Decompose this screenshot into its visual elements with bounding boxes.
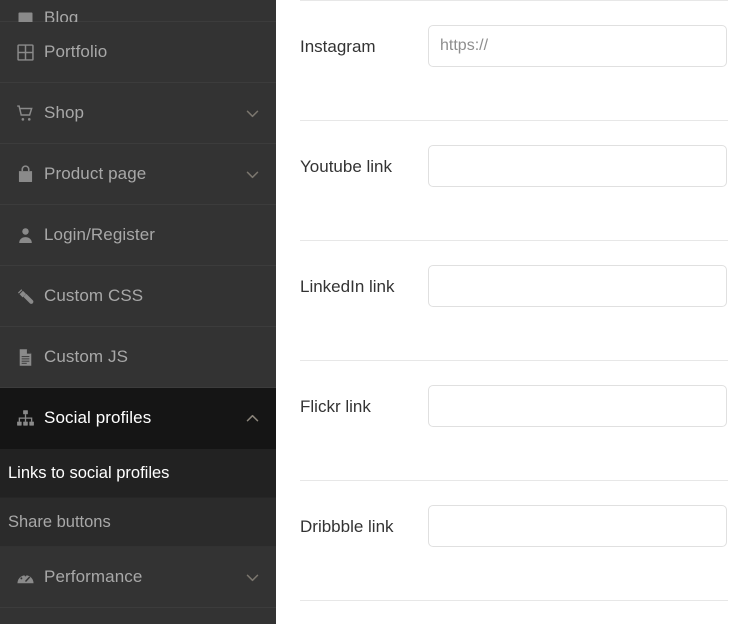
field-label: Instagram xyxy=(300,37,376,56)
sidebar-item-label: Custom JS xyxy=(44,347,129,366)
sidebar-item-performance[interactable]: Performance xyxy=(0,547,276,608)
sidebar-item-custom-js[interactable]: Custom JS xyxy=(0,327,276,388)
chevron-down-icon[interactable] xyxy=(242,567,262,587)
field-label: Dribbble link xyxy=(300,517,394,536)
gauge-icon xyxy=(0,567,44,588)
youtube-link-input[interactable] xyxy=(428,145,727,187)
chevron-down-icon[interactable] xyxy=(242,103,262,123)
sidebar-item-label: Custom CSS xyxy=(44,286,144,305)
flickr-link-input[interactable] xyxy=(428,385,727,427)
sidebar-subitem-share-buttons[interactable]: Share buttons xyxy=(0,498,276,547)
social-links-form: Instagram Youtube link LinkedIn link Flickr… xyxy=(300,0,728,601)
sidebar-navigation: Blog Portfolio Shop Product page Login/Regis… xyxy=(0,0,276,624)
grid-icon xyxy=(0,42,44,63)
document-icon xyxy=(0,347,44,368)
field-label: LinkedIn link xyxy=(300,277,395,296)
sidebar-item-label: Login/Register xyxy=(44,225,156,244)
sidebar-item-label: Shop xyxy=(44,103,85,122)
sidebar-item-label: Product page xyxy=(44,164,147,183)
sidebar-item-label: Performance xyxy=(44,567,143,586)
sidebar-subitem-label: Share buttons xyxy=(8,512,111,531)
field-row-flickr-link: Flickr link xyxy=(300,361,728,480)
dribbble-link-input[interactable] xyxy=(428,505,727,547)
sitemap-icon xyxy=(0,408,44,429)
settings-content-panel: Instagram Youtube link LinkedIn link Flickr… xyxy=(276,0,735,624)
sidebar-subitem-label: Links to social profiles xyxy=(8,463,170,482)
field-row-instagram: Instagram xyxy=(300,1,728,120)
sidebar-item-label: Portfolio xyxy=(44,42,108,61)
sidebar-item-product-page[interactable]: Product page xyxy=(0,144,276,205)
sidebar-item-custom-css[interactable]: Custom CSS xyxy=(0,266,276,327)
sidebar-item-login-register[interactable]: Login/Register xyxy=(0,205,276,266)
sidebar-item-social-profiles[interactable]: Social profiles xyxy=(0,388,276,449)
chevron-up-icon[interactable] xyxy=(242,408,262,428)
paintbrush-icon xyxy=(0,286,44,307)
sidebar-item-label: Social profiles xyxy=(44,408,152,427)
field-label: Youtube link xyxy=(300,157,393,176)
instagram-input[interactable] xyxy=(428,25,727,67)
sidebar-subitem-links-to-social-profiles[interactable]: Links to social profiles xyxy=(0,449,276,498)
sidebar-item-portfolio[interactable]: Portfolio xyxy=(0,22,276,83)
field-row-linkedin-link: LinkedIn link xyxy=(300,241,728,360)
chevron-down-icon[interactable] xyxy=(242,164,262,184)
field-divider xyxy=(300,600,728,601)
field-label: Flickr link xyxy=(300,397,371,416)
cart-icon xyxy=(0,103,44,124)
settings-page: Blog Portfolio Shop Product page Login/Regis… xyxy=(0,0,735,624)
sidebar-item-shop[interactable]: Shop xyxy=(0,83,276,144)
user-icon xyxy=(0,225,44,246)
bag-icon xyxy=(0,164,44,185)
sidebar-item-blog[interactable]: Blog xyxy=(0,0,276,27)
field-row-youtube-link: Youtube link xyxy=(300,121,728,240)
field-row-dribbble-link: Dribbble link xyxy=(300,481,728,600)
linkedin-link-input[interactable] xyxy=(428,265,727,307)
